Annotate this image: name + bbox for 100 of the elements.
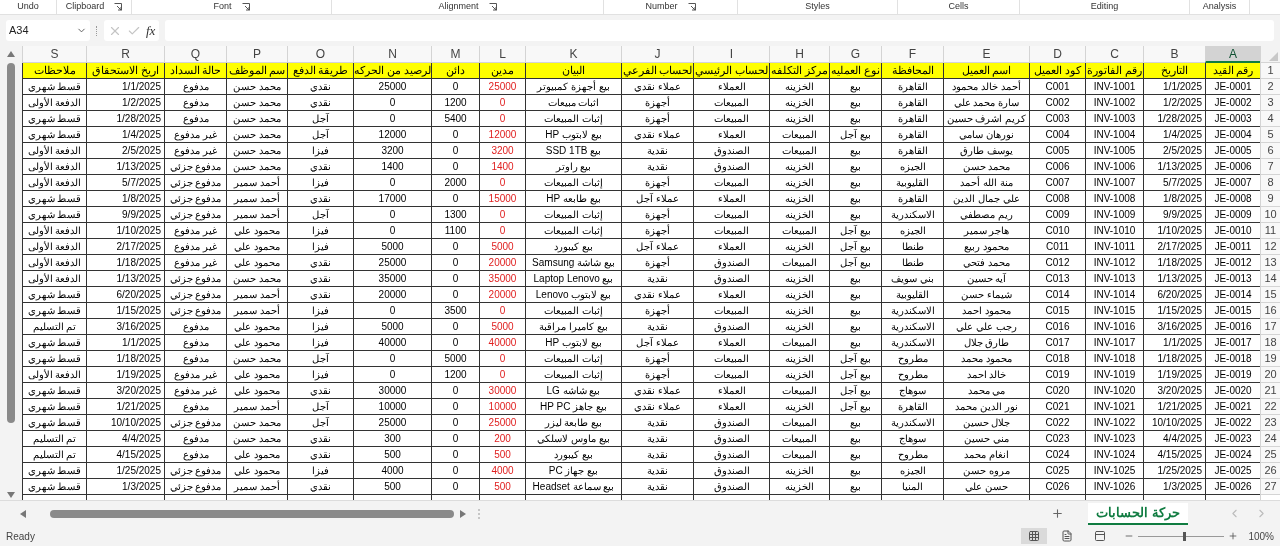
column-header[interactable]: Q bbox=[164, 46, 226, 63]
table-cell: غير مدفوع bbox=[164, 127, 226, 143]
row-header[interactable]: 2 bbox=[1260, 79, 1280, 95]
splitter-handle-icon[interactable] bbox=[478, 508, 480, 519]
zoom-in-icon[interactable] bbox=[1228, 531, 1239, 541]
table-cell: 25000 bbox=[353, 79, 431, 95]
row-header[interactable]: 10 bbox=[1260, 207, 1280, 223]
table-cell: مدفوع جزئي bbox=[164, 207, 226, 223]
row-header[interactable]: 20 bbox=[1260, 367, 1280, 383]
add-sheet-icon[interactable] bbox=[1051, 507, 1065, 520]
row-header[interactable]: 18 bbox=[1260, 335, 1280, 351]
row-header[interactable]: 4 bbox=[1260, 111, 1280, 127]
table-cell: 4/15/2025 bbox=[1143, 447, 1205, 463]
column-header[interactable]: D bbox=[1029, 46, 1085, 63]
table-cell: نقدي bbox=[287, 287, 353, 303]
normal-view-button[interactable] bbox=[1021, 528, 1048, 544]
row-header[interactable]: 17 bbox=[1260, 319, 1280, 335]
row-header[interactable]: 3 bbox=[1260, 95, 1280, 111]
column-header[interactable]: M bbox=[431, 46, 479, 63]
table-cell: أحمد سمير bbox=[226, 399, 287, 415]
table-cell: المبيعات bbox=[693, 367, 769, 383]
vertical-scrollbar-thumb[interactable] bbox=[7, 63, 15, 423]
table-cell: مدفوع جزئي bbox=[164, 287, 226, 303]
column-header[interactable]: H bbox=[769, 46, 829, 63]
zoom-slider-thumb[interactable] bbox=[1183, 531, 1187, 541]
table-cell: العملاء bbox=[693, 383, 769, 399]
column-header[interactable]: C bbox=[1085, 46, 1143, 63]
row-header[interactable]: 13 bbox=[1260, 255, 1280, 271]
column-header[interactable]: J bbox=[621, 46, 693, 63]
row-header[interactable]: 1 bbox=[1260, 63, 1280, 79]
table-cell: آيه حسين bbox=[943, 271, 1029, 287]
dialog-launcher-icon[interactable] bbox=[114, 3, 123, 11]
table-cell: آجل bbox=[287, 399, 353, 415]
table-cell: نقدي bbox=[287, 255, 353, 271]
column-header[interactable]: A bbox=[1205, 46, 1260, 63]
row-header[interactable]: 12 bbox=[1260, 239, 1280, 255]
column-header[interactable]: G bbox=[829, 46, 881, 63]
zoom-slider[interactable] bbox=[1138, 531, 1225, 541]
ribbon-group-label: Number bbox=[645, 0, 678, 14]
scroll-right-icon[interactable] bbox=[460, 509, 466, 518]
row-header[interactable]: 16 bbox=[1260, 303, 1280, 319]
dialog-launcher-icon[interactable] bbox=[488, 3, 497, 11]
row-header[interactable]: 19 bbox=[1260, 351, 1280, 367]
table-cell: 5000 bbox=[431, 351, 479, 367]
table-cell: بيع آجل bbox=[829, 351, 881, 367]
column-header[interactable]: L bbox=[479, 46, 525, 63]
table-cell: المبيعات bbox=[693, 303, 769, 319]
table-cell: عملاء نقدي bbox=[621, 383, 693, 399]
row-header[interactable]: 9 bbox=[1260, 191, 1280, 207]
table-cell: أجهزة bbox=[621, 223, 693, 239]
name-box[interactable]: A34 bbox=[6, 20, 90, 41]
row-header[interactable]: 8 bbox=[1260, 175, 1280, 191]
column-header[interactable]: N bbox=[353, 46, 431, 63]
row-header[interactable]: 15 bbox=[1260, 287, 1280, 303]
dialog-launcher-icon[interactable] bbox=[241, 3, 250, 11]
table-cell: الاسكندرية bbox=[881, 415, 943, 431]
column-header[interactable]: F bbox=[881, 46, 943, 63]
row-header[interactable]: 27 bbox=[1260, 479, 1280, 495]
row-header[interactable]: 25 bbox=[1260, 447, 1280, 463]
table-cell: 5/7/2025 bbox=[1143, 175, 1205, 191]
row-header[interactable]: 24 bbox=[1260, 431, 1280, 447]
column-header[interactable]: S bbox=[22, 46, 86, 63]
column-header[interactable]: O bbox=[287, 46, 353, 63]
table-cell: مدفوع جزئي bbox=[164, 175, 226, 191]
scroll-up-icon[interactable] bbox=[7, 51, 15, 57]
table-cell: العملاء bbox=[693, 287, 769, 303]
row-header[interactable]: 7 bbox=[1260, 159, 1280, 175]
table-cell: بيع Laptop Lenovo bbox=[525, 271, 621, 287]
table-cell: 0 bbox=[479, 367, 525, 383]
table-cell: المبيعات bbox=[769, 223, 829, 239]
table-cell: 1/10/2025 bbox=[86, 223, 164, 239]
horizontal-scrollbar-thumb[interactable] bbox=[50, 509, 454, 518]
table-cell: الخزينه bbox=[769, 95, 829, 111]
column-header[interactable]: E bbox=[943, 46, 1029, 63]
row-header[interactable]: 21 bbox=[1260, 383, 1280, 399]
table-cell: 15000 bbox=[479, 191, 525, 207]
zoom-level-text[interactable]: 100% bbox=[1248, 528, 1274, 544]
scroll-left-icon[interactable] bbox=[20, 509, 26, 518]
column-header[interactable]: B bbox=[1143, 46, 1205, 63]
table-cell: 3500 bbox=[431, 303, 479, 319]
row-header[interactable]: 14 bbox=[1260, 271, 1280, 287]
column-header[interactable]: P bbox=[226, 46, 287, 63]
row-header[interactable]: 11 bbox=[1260, 223, 1280, 239]
table-cell: مدفوع جزئي bbox=[164, 159, 226, 175]
row-header[interactable]: 6 bbox=[1260, 143, 1280, 159]
column-header[interactable]: R bbox=[86, 46, 164, 63]
table-cell: 3200 bbox=[479, 143, 525, 159]
row-header[interactable]: 23 bbox=[1260, 415, 1280, 431]
row-header[interactable]: 22 bbox=[1260, 399, 1280, 415]
scroll-down-icon[interactable] bbox=[7, 492, 15, 498]
row-header[interactable]: 5 bbox=[1260, 127, 1280, 143]
row-header[interactable]: 26 bbox=[1260, 463, 1280, 479]
table-cell: محمد حسن bbox=[226, 351, 287, 367]
dialog-launcher-icon[interactable] bbox=[687, 3, 696, 11]
column-header[interactable]: I bbox=[693, 46, 769, 63]
sheet-tab[interactable]: حركة الحسابات bbox=[1088, 502, 1188, 525]
table-cell: JE-0012 bbox=[1205, 255, 1260, 271]
column-header[interactable]: K bbox=[525, 46, 621, 63]
table-cell: C007 bbox=[1029, 175, 1085, 191]
insert-function-button[interactable]: fx bbox=[146, 20, 156, 41]
